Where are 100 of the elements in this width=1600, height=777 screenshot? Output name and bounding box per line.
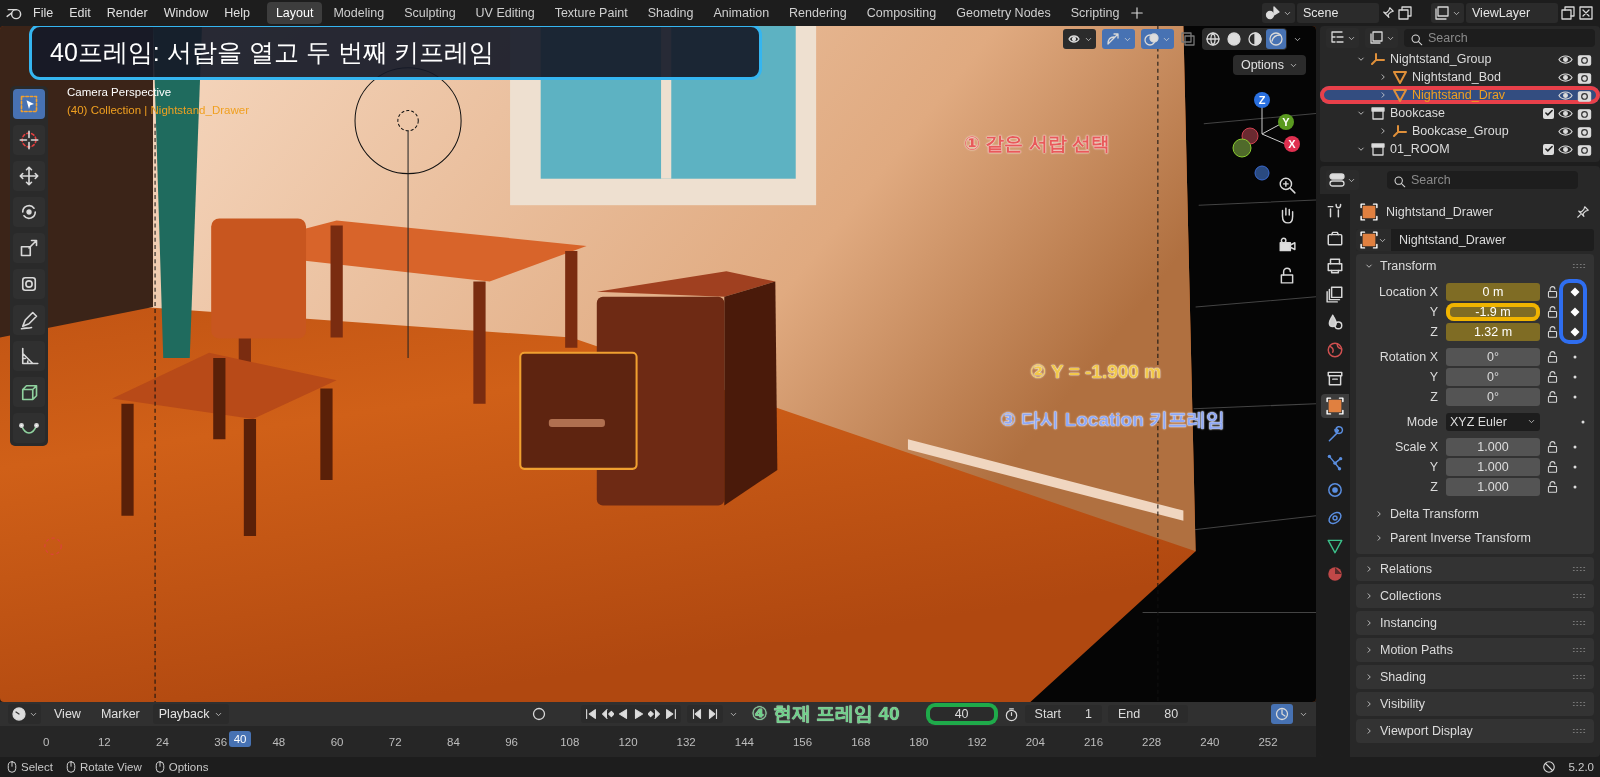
number-field[interactable]: 0° [1446, 387, 1540, 406]
playhead[interactable]: 40 [229, 731, 252, 747]
keyframe-diamond-icon[interactable] [1569, 285, 1581, 298]
outliner-row[interactable]: Nightstand_Drav [1320, 86, 1600, 104]
camera-icon[interactable] [1278, 236, 1296, 254]
axis-ball[interactable] [1284, 136, 1300, 152]
outliner-row[interactable]: Bookcase [1320, 104, 1600, 122]
tool-button[interactable] [13, 269, 45, 299]
tool-button[interactable] [13, 233, 45, 263]
keyframe-diamond-icon[interactable] [1569, 305, 1581, 318]
tool-button[interactable] [13, 305, 45, 335]
unlocked-padlock-icon[interactable] [1545, 325, 1559, 338]
tool-button[interactable] [13, 125, 45, 155]
toggle-icon[interactable] [1329, 172, 1345, 188]
tool-button[interactable] [13, 377, 45, 407]
tool-button[interactable] [13, 161, 45, 191]
axis-ball[interactable] [1232, 138, 1252, 158]
tool-button[interactable] [13, 197, 45, 227]
workspace-tab[interactable]: Rendering [780, 2, 856, 24]
menu-item[interactable]: Edit [62, 3, 98, 23]
outliner-row[interactable]: 01_ROOM [1320, 140, 1600, 158]
clock-icon[interactable] [11, 706, 27, 722]
outliner-row[interactable]: Nightstand_Bod [1320, 68, 1600, 86]
tool-button[interactable] [13, 341, 45, 371]
layers-icon[interactable] [1434, 5, 1450, 21]
axis-ball[interactable] [1254, 92, 1270, 108]
xray-icon[interactable] [1180, 31, 1196, 47]
number-field[interactable]: 1.000 [1446, 457, 1540, 476]
unlocked-padlock-icon[interactable] [1545, 390, 1559, 403]
close-icon[interactable] [1578, 5, 1594, 21]
jump-start-icon[interactable] [583, 707, 598, 721]
plus-icon[interactable] [1130, 6, 1145, 20]
keyframe-diamond-icon[interactable] [1569, 325, 1581, 338]
menu-item[interactable]: Marker [93, 704, 147, 724]
menu-item[interactable]: File [26, 3, 61, 23]
unlocked-padlock-icon[interactable] [1545, 350, 1559, 363]
copy-icon[interactable] [1560, 5, 1576, 21]
pin-icon[interactable] [1381, 6, 1395, 20]
properties-tab[interactable] [1321, 394, 1349, 418]
workspace-tab[interactable]: Modeling [324, 2, 394, 24]
jump-end-icon[interactable] [663, 707, 678, 721]
stopwatch-icon[interactable] [1003, 706, 1019, 722]
workspace-tab[interactable]: Shading [638, 2, 703, 24]
playback-dropdown[interactable]: Playback [152, 704, 229, 724]
unlocked-padlock-icon[interactable] [1545, 285, 1559, 298]
options-button[interactable]: Options [1232, 55, 1306, 75]
images-icon[interactable] [1368, 30, 1384, 46]
workspace-tab[interactable]: Scripting [1061, 2, 1129, 24]
number-field[interactable]: 1.000 [1446, 437, 1540, 456]
start-frame-field[interactable]: Start 1 [1024, 705, 1102, 723]
number-field[interactable]: 0° [1446, 367, 1540, 386]
gizmo-arrows-icon[interactable] [1105, 31, 1121, 47]
zoom-icon[interactable] [1278, 176, 1296, 194]
workspace-tab[interactable]: Texture Paint [545, 2, 637, 24]
scene-shapes-icon[interactable] [1265, 5, 1281, 21]
menu-item[interactable]: View [47, 704, 88, 724]
search-field[interactable]: Search [1387, 171, 1578, 189]
number-field[interactable]: 1.32 m [1446, 322, 1540, 341]
number-field[interactable]: 0 m [1446, 282, 1540, 301]
panel-title[interactable]: Transform [1380, 259, 1566, 273]
overlay-circles-icon[interactable] [1144, 31, 1160, 47]
workspace-tab[interactable]: Sculpting [395, 2, 465, 24]
view-layer-field[interactable]: ViewLayer [1466, 3, 1558, 23]
menu-item[interactable]: Help [217, 3, 257, 23]
outliner-row[interactable]: Nightstand_Group [1320, 50, 1600, 68]
end-frame-field[interactable]: End 80 [1107, 705, 1189, 723]
unlocked-padlock-icon[interactable] [1545, 440, 1559, 453]
copy-icon[interactable] [1397, 5, 1413, 21]
lock-icon[interactable] [1278, 266, 1296, 284]
number-field[interactable]: -1.9 m [1446, 302, 1540, 321]
unlocked-padlock-icon[interactable] [1545, 370, 1559, 383]
record-icon[interactable] [530, 706, 547, 722]
outliner-row[interactable]: Bookcase_Group [1320, 122, 1600, 140]
workspace-tab[interactable]: Geometry Nodes [947, 2, 1060, 24]
search-field[interactable]: Search [1404, 29, 1595, 47]
axis-ball[interactable] [1241, 127, 1259, 145]
workspace-tab[interactable]: Compositing [857, 2, 946, 24]
axis-ball[interactable] [1278, 114, 1294, 130]
subpanel-title[interactable]: Delta Transform [1390, 507, 1479, 521]
subpanel-title[interactable]: Parent Inverse Transform [1390, 531, 1532, 545]
menu-item[interactable]: Window [156, 3, 216, 23]
unlocked-padlock-icon[interactable] [1545, 460, 1559, 473]
workspace-tab[interactable]: UV Editing [466, 2, 544, 24]
next-keyframe-icon[interactable] [647, 707, 662, 721]
current-frame-field[interactable]: 40 [925, 703, 998, 725]
tool-button[interactable] [13, 413, 45, 443]
workspace-tab[interactable]: Animation [704, 2, 779, 24]
pin-icon[interactable] [1576, 205, 1590, 219]
list-tree-icon[interactable] [1329, 30, 1345, 46]
unlocked-padlock-icon[interactable] [1545, 305, 1559, 318]
sync-icon[interactable] [1274, 706, 1290, 722]
checkbox[interactable] [1543, 143, 1554, 155]
object-name-field[interactable]: Nightstand_Drawer [1356, 229, 1594, 251]
previous-keyframe-icon[interactable] [599, 707, 614, 721]
number-field[interactable]: 0° [1446, 347, 1540, 366]
number-field[interactable]: 1.000 [1446, 477, 1540, 496]
checkbox[interactable] [1543, 107, 1554, 119]
menu-item[interactable]: Render [99, 3, 155, 23]
mode-dropdown[interactable]: XYZ Euler [1446, 412, 1540, 431]
workspace-tab[interactable]: Layout [266, 2, 323, 24]
